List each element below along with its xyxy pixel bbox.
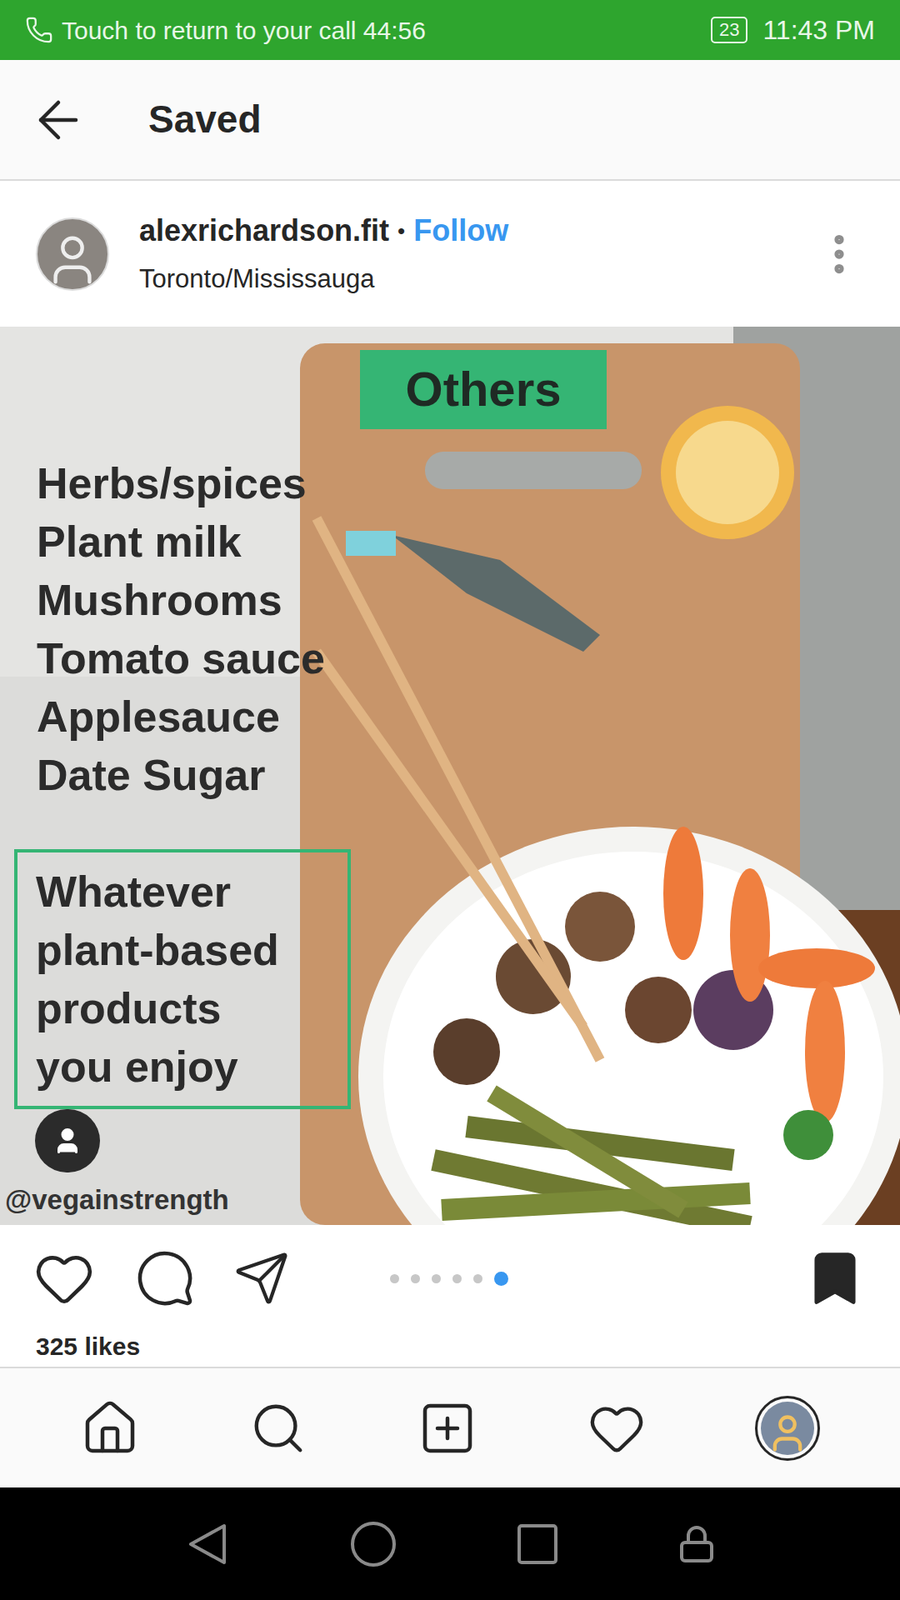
like-heart-icon[interactable] [33, 1247, 95, 1310]
ingredient-item: Applesauce [36, 687, 900, 746]
ingredient-list: Herbs/spicesPlant milkMushroomsTomato sa… [0, 454, 900, 805]
follow-button[interactable]: Follow [413, 208, 509, 254]
carousel-dot [452, 1274, 462, 1284]
search-icon[interactable] [249, 1399, 308, 1458]
home-icon[interactable] [80, 1398, 140, 1459]
more-options-icon[interactable] [814, 229, 865, 280]
ingredient-item: Date Sugar [36, 745, 900, 805]
callout-line: you enjoy [35, 1037, 330, 1096]
profile-person-icon [765, 1411, 810, 1455]
lock-icon[interactable] [676, 1524, 717, 1565]
author-avatar[interactable] [35, 217, 110, 291]
carousel-dot [390, 1274, 400, 1284]
ingredient-item: Mushrooms [36, 570, 900, 630]
save-bookmark-icon[interactable] [803, 1246, 867, 1310]
callout-line: Whatever [35, 862, 330, 921]
post-actions [0, 1225, 900, 1332]
post-location[interactable]: Toronto/Mississauga [139, 260, 815, 300]
phone-icon [25, 15, 54, 45]
recents-square-icon[interactable] [515, 1522, 560, 1566]
share-paper-plane-icon[interactable] [233, 1250, 290, 1307]
person-icon [43, 230, 102, 290]
ingredient-item: Tomato sauce [36, 629, 900, 688]
system-nav-bar [0, 1487, 900, 1600]
new-post-icon[interactable] [417, 1398, 478, 1459]
back-triangle-icon[interactable] [184, 1520, 231, 1568]
page-title: Saved [148, 90, 262, 149]
app-screen: Touch to return to your call 44:56 23 11:4… [0, 0, 900, 1600]
page-header: Saved [0, 60, 900, 181]
carousel-dot [431, 1274, 441, 1284]
carousel-dot [473, 1274, 483, 1284]
battery-indicator: 23 [710, 16, 748, 44]
status-bar[interactable]: Touch to return to your call 44:56 23 11:4… [0, 0, 900, 60]
ingredient-item: Plant milk [36, 512, 900, 571]
image-credit: @vegainstrength [0, 1179, 900, 1226]
callout-line: plant-based [35, 920, 330, 980]
carousel-dot [410, 1274, 420, 1284]
clock: 11:43 PM [762, 10, 875, 50]
tag-badge[interactable] [35, 1109, 100, 1173]
home-circle-icon[interactable] [348, 1519, 399, 1570]
image-heading: Others [360, 350, 608, 430]
call-banner[interactable]: Touch to return to your call 44:56 [61, 11, 426, 50]
carousel-dot [494, 1271, 509, 1286]
separator: • [397, 215, 405, 248]
post-image[interactable]: Others Herbs/spicesPlant milkMushroomsTom… [0, 326, 900, 1225]
comment-bubble-icon[interactable] [135, 1248, 195, 1309]
carousel-indicator [390, 1271, 509, 1286]
back-arrow-icon[interactable] [28, 90, 89, 150]
author-username[interactable]: alexrichardson.fit [139, 208, 390, 254]
tagged-user-icon [52, 1125, 83, 1156]
post-header: alexrichardson.fit•Follow Toronto/Mississ… [0, 180, 900, 327]
likes-row[interactable]: 325 likes [0, 1331, 900, 1367]
ingredient-item: Herbs/spices [36, 454, 900, 513]
callout-box: Whateverplant-basedproductsyou enjoy [14, 849, 351, 1110]
callout-line: products [35, 979, 330, 1038]
activity-heart-icon[interactable] [587, 1399, 646, 1458]
bottom-nav [0, 1366, 900, 1488]
profile-avatar[interactable] [755, 1395, 820, 1461]
